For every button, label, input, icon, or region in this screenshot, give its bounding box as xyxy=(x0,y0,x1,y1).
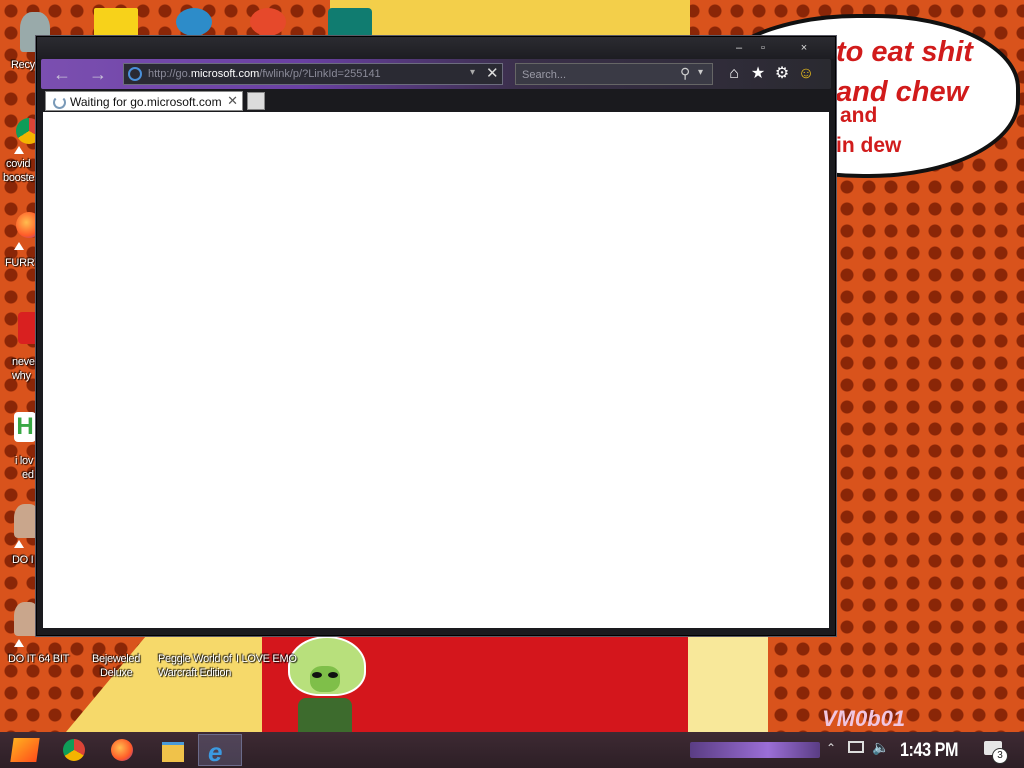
window-titlebar[interactable]: – ▫ × xyxy=(37,37,835,59)
desktop-icon-label[interactable]: DO I xyxy=(12,554,34,566)
volume-muted-icon[interactable]: 🔈 xyxy=(872,739,889,756)
forward-arrow-icon[interactable]: → xyxy=(85,64,111,84)
wallpaper-art-left xyxy=(66,636,266,732)
navigation-bar: ← → http://go.microsoft.com/fwlink/p/?Li… xyxy=(41,59,831,89)
top-shortcut-icon[interactable] xyxy=(250,8,286,36)
desktop-icon-label[interactable]: Recy xyxy=(11,59,35,71)
address-domain: microsoft.com xyxy=(190,68,260,80)
close-button[interactable]: × xyxy=(789,41,819,55)
notification-count-badge: 3 xyxy=(992,748,1008,764)
desktop-icon-label[interactable]: Warcraft Edition xyxy=(158,667,231,679)
desktop-icon-label[interactable]: DO IT 64 BIT xyxy=(8,653,69,665)
maximize-button[interactable]: ▫ xyxy=(751,41,775,55)
tab-strip: Waiting for go.microsoft.com ✕ xyxy=(41,89,831,111)
shortcut-arrow-icon xyxy=(14,540,24,548)
desktop-icon-label[interactable]: neve xyxy=(12,356,35,368)
cartoon-character xyxy=(286,636,366,732)
desktop-icon-label[interactable]: booste xyxy=(3,172,35,184)
taskbar-explorer[interactable] xyxy=(150,734,194,766)
taskbar-clock[interactable]: 1:43 PM xyxy=(900,740,958,762)
tab-loading[interactable]: Waiting for go.microsoft.com ✕ xyxy=(45,91,243,111)
search-dropdown-icon[interactable]: ▾ xyxy=(698,67,703,78)
address-bar[interactable]: http://go.microsoft.com/fwlink/p/?LinkId… xyxy=(123,63,503,85)
desktop-icon-label[interactable]: why xyxy=(12,370,31,382)
minimize-button[interactable]: – xyxy=(727,41,751,55)
desktop-icon-label[interactable]: ed xyxy=(22,469,34,481)
ie-page-icon xyxy=(128,67,142,81)
taskbar: e ⌃ 🔈 1:43 PM 3 xyxy=(0,732,1024,768)
firefox-icon xyxy=(111,739,133,761)
settings-gear-icon[interactable]: ⚙ xyxy=(771,63,793,85)
wallpaper-art-right xyxy=(686,636,768,732)
tab-title: Waiting for go.microsoft.com xyxy=(70,95,222,109)
desktop-icon-label[interactable]: i lov xyxy=(15,455,33,467)
file-explorer-icon xyxy=(162,742,184,762)
speech-line-4: in dew xyxy=(836,134,902,157)
shortcut-arrow-icon xyxy=(14,242,24,250)
top-shortcut-icon[interactable] xyxy=(176,8,212,36)
chrome-icon xyxy=(63,739,85,761)
new-tab-button[interactable] xyxy=(247,92,265,110)
watermark-text: VM0b01 xyxy=(822,706,906,731)
taskbar-decoration xyxy=(690,742,820,758)
start-orb-icon xyxy=(10,738,40,762)
shortcut-arrow-icon xyxy=(14,639,24,647)
speech-line-3: and xyxy=(840,104,878,127)
browser-window: – ▫ × ← → http://go.microsoft.com/fwlink… xyxy=(36,36,836,636)
taskbar-internet-explorer[interactable]: e xyxy=(198,734,242,767)
green-h-icon[interactable]: H xyxy=(14,412,36,442)
publisher-icon[interactable] xyxy=(328,8,372,38)
page-content[interactable] xyxy=(43,112,829,628)
desktop-icon-label[interactable]: Peggle World of xyxy=(158,653,232,665)
internet-explorer-icon: e xyxy=(208,737,223,767)
search-input[interactable] xyxy=(520,66,674,84)
address-url[interactable]: http://go.microsoft.com/fwlink/p/?LinkId… xyxy=(148,68,381,80)
desktop-icon-label[interactable]: I LOVE EMO xyxy=(236,653,297,665)
home-icon[interactable]: ⌂ xyxy=(723,63,745,85)
desktop-icon-label[interactable]: Bejeweled xyxy=(92,653,140,665)
desktop-icon-label[interactable]: Deluxe xyxy=(100,667,133,679)
address-dropdown-icon[interactable]: ▾ xyxy=(470,67,475,78)
taskbar-chrome[interactable] xyxy=(52,734,96,766)
favorites-star-icon[interactable]: ★ xyxy=(747,63,769,85)
search-box[interactable]: ⚲ ▾ xyxy=(515,63,713,85)
shortcut-arrow-icon xyxy=(14,146,24,154)
speech-line-1: to eat shit xyxy=(836,36,973,68)
start-button[interactable] xyxy=(4,734,44,766)
loading-spinner-icon xyxy=(53,96,66,109)
taskbar-firefox[interactable] xyxy=(100,734,144,766)
tab-close-icon[interactable]: ✕ xyxy=(227,93,238,109)
back-arrow-icon[interactable]: ← xyxy=(49,64,75,84)
search-icon[interactable]: ⚲ xyxy=(680,65,690,82)
smiley-feedback-icon[interactable]: ☺ xyxy=(795,63,817,85)
desktop-icon-label[interactable]: covid xyxy=(6,158,30,170)
show-hidden-icons-icon[interactable]: ⌃ xyxy=(826,741,836,755)
wallpaper-art-top xyxy=(330,0,690,36)
top-shortcut-icon[interactable] xyxy=(94,8,138,38)
network-icon[interactable] xyxy=(848,741,864,753)
stop-icon[interactable]: ✕ xyxy=(486,64,499,82)
